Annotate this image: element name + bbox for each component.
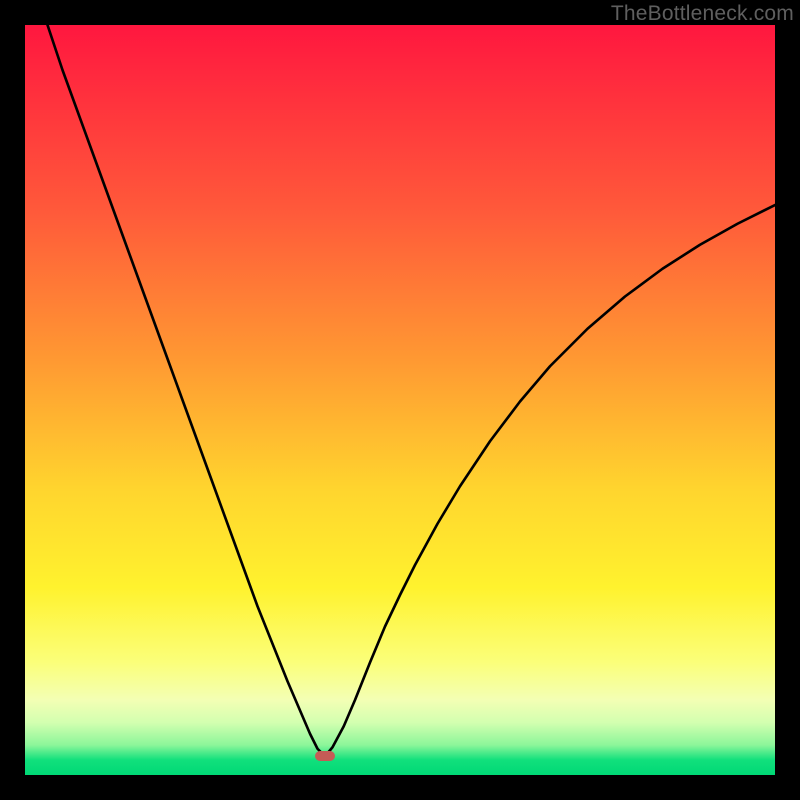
plot-area (25, 25, 775, 775)
bottleneck-curve (25, 25, 775, 775)
watermark-label: TheBottleneck.com (611, 2, 794, 26)
chart-frame: TheBottleneck.com (0, 0, 800, 800)
minimum-marker (315, 751, 335, 761)
